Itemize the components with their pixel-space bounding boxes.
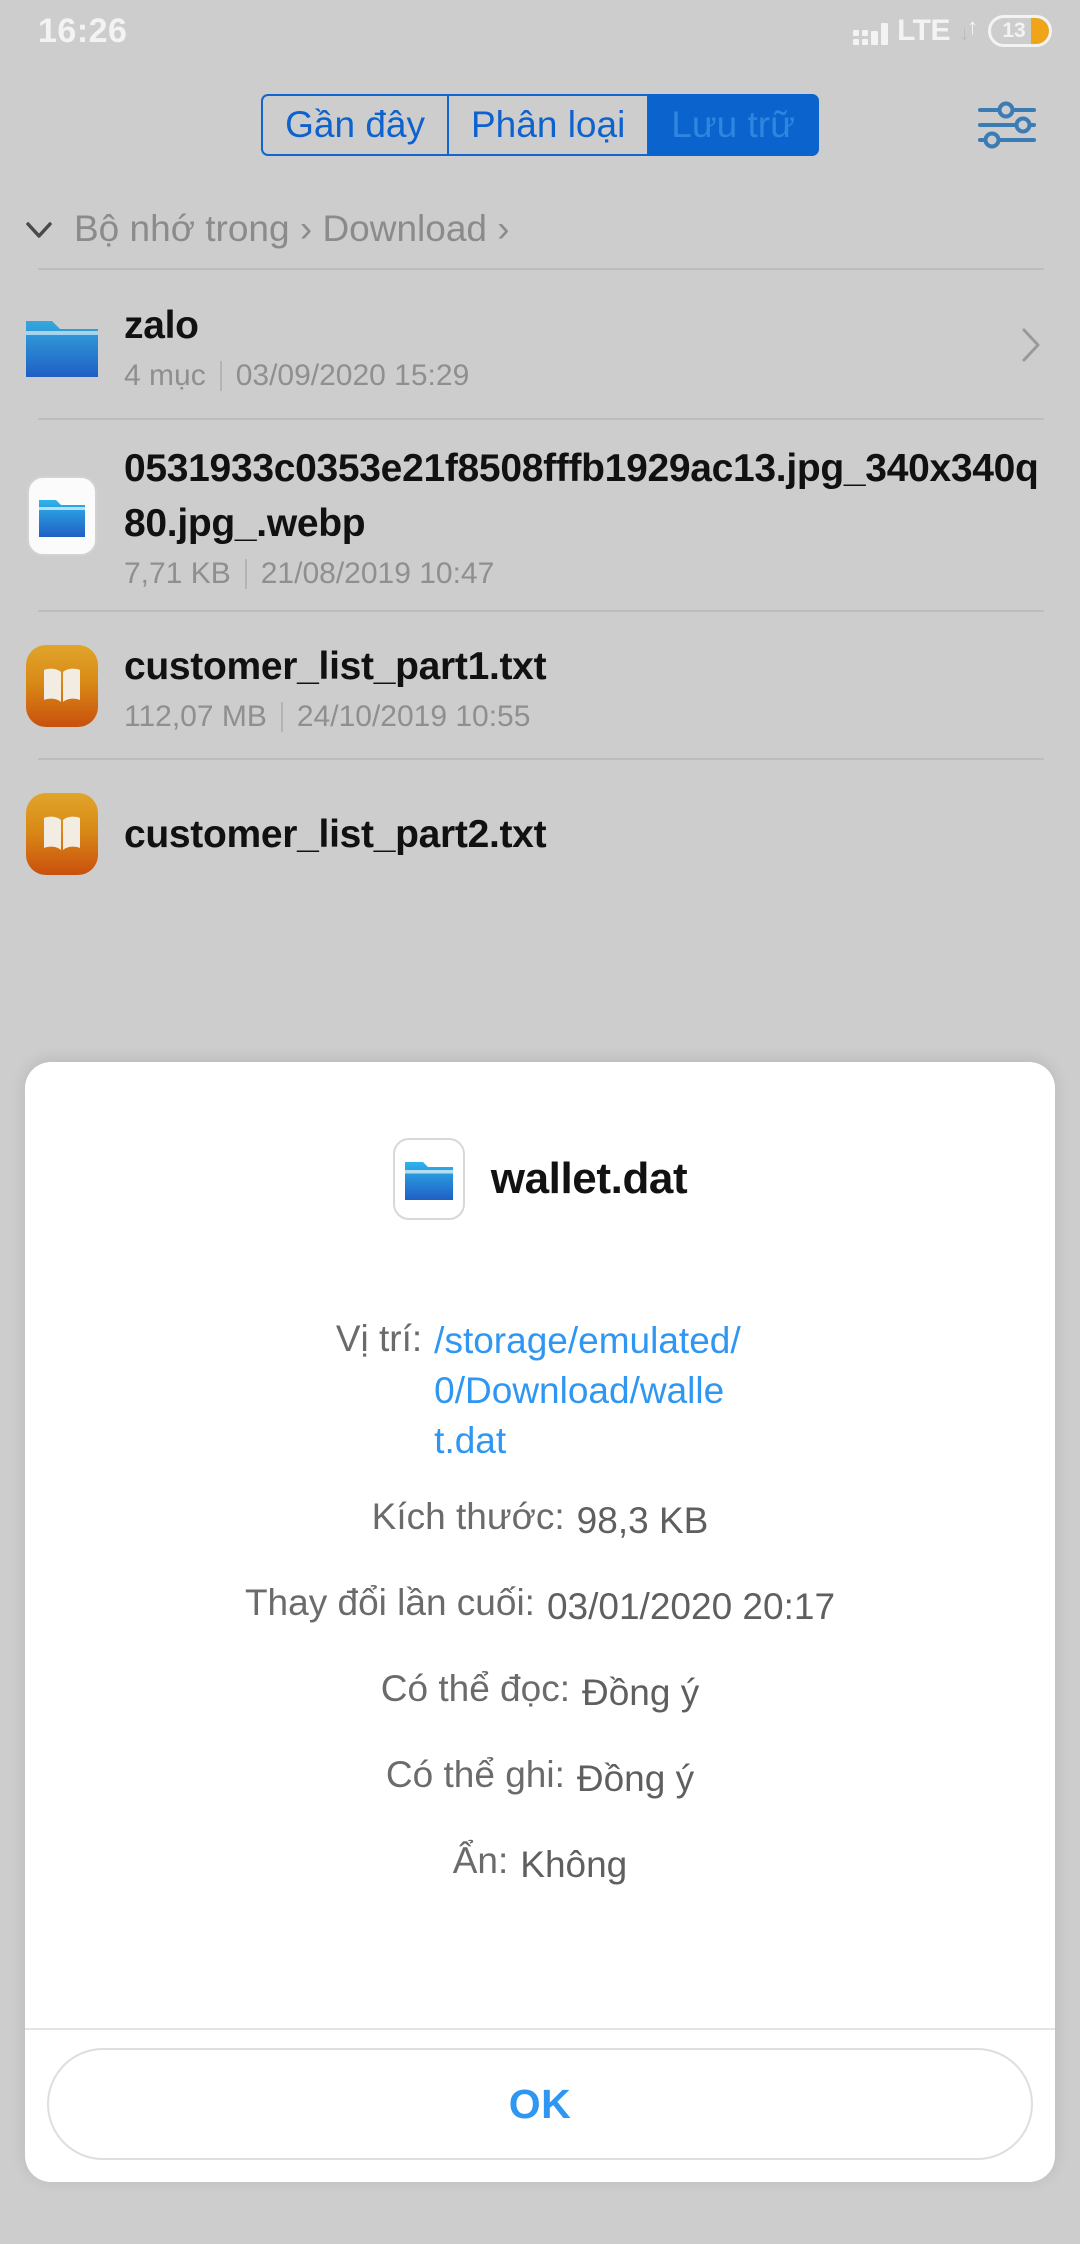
detail-value-size: 98,3 KB [576,1500,709,1541]
ok-button[interactable]: OK [47,2048,1033,2160]
list-item-text: zalo 4 mục 03/09/2020 15:29 [124,298,1006,393]
data-transfer-arrows-icon: ↓ ↑ [959,14,978,45]
file-folder-card-icon [392,1138,465,1220]
signal-bars-icon [853,17,889,45]
meta-separator [280,701,283,732]
detail-row-modified: Thay đổi lần cuối: 03/01/2020 20:17 [97,1582,983,1632]
detail-label: Có thể ghi: [385,1754,565,1795]
breadcrumb[interactable]: Bộ nhớ trong › Download › [0,187,1080,270]
list-item[interactable]: customer_list_part1.txt 112,07 MB 24/10/… [0,612,1080,760]
detail-value-modified: 03/01/2020 20:17 [546,1586,836,1627]
file-name: customer_list_part2.txt [124,812,547,856]
file-date: 24/10/2019 10:55 [296,699,531,733]
file-properties-dialog: wallet.dat Vị trí: /storage/emulated/0/D… [25,1062,1055,2182]
file-name: 0531933c0353e21f8508fffb1929ac13.jpg_340… [124,447,1039,545]
detail-label: Có thể đọc: [380,1668,570,1709]
book-text-icon [22,793,102,875]
list-item[interactable]: 0531933c0353e21f8508fffb1929ac13.jpg_340… [0,420,1080,612]
meta-separator [219,360,222,391]
breadcrumb-path[interactable]: Bộ nhớ trong › Download › [74,208,510,250]
tab-storage[interactable]: Lưu trữ [648,93,819,156]
file-list: zalo 4 mục 03/09/2020 15:29 0531933c0353… [0,270,1080,908]
list-item-text: customer_list_part2.txt [124,807,1046,862]
list-item[interactable]: customer_list_part2.txt [0,760,1080,908]
detail-value-hidden: Không [520,1844,628,1885]
meta-separator [244,559,247,589]
detail-value-readable: Đồng ý [582,1672,700,1713]
battery-level-label: 13 [1002,19,1026,42]
detail-label: Vị trí: [335,1318,423,1359]
list-item-text: customer_list_part1.txt 112,07 MB 24/10/… [124,639,1046,734]
detail-row-writable: Có thể ghi: Đồng ý [97,1754,983,1804]
detail-row-hidden: Ẩn: Không [97,1840,983,1890]
dialog-body: Vị trí: /storage/emulated/0/Download/wal… [25,1220,1055,2028]
file-size: 7,71 KB [124,557,231,590]
dialog-title: wallet.dat [490,1154,688,1203]
detail-row-location: Vị trí: /storage/emulated/0/Download/wal… [97,1316,983,1466]
file-name: zalo [124,303,199,347]
detail-row-readable: Có thể đọc: Đồng ý [97,1668,983,1718]
dialog-footer: OK [25,2028,1055,2182]
file-meta: 112,07 MB 24/10/2019 10:55 [124,700,1046,734]
network-type-label: LTE [897,14,950,47]
status-bar: 16:26 LTE ↓ ↑ 13 [0,0,1080,62]
chevron-right-icon[interactable] [1016,322,1046,368]
sliders-filter-icon[interactable] [976,99,1038,151]
detail-label: Thay đổi lần cuối: [244,1582,535,1623]
folder-icon [22,307,102,383]
file-meta: 7,71 KB 21/08/2019 10:47 [124,557,1046,591]
book-text-icon [22,645,102,727]
detail-value-writable: Đồng ý [576,1758,695,1799]
file-folder-card-icon [22,476,102,556]
list-item[interactable]: zalo 4 mục 03/09/2020 15:29 [0,270,1080,420]
detail-label: Kích thước: [371,1496,565,1537]
status-clock: 16:26 [38,11,128,50]
file-meta: 4 mục 03/09/2020 15:29 [124,359,1006,393]
file-date: 21/08/2019 10:47 [260,557,495,590]
top-toolbar: Gần đây Phân loại Lưu trữ [0,62,1080,187]
battery-icon: 13 [988,15,1052,47]
detail-label: Ẩn: [452,1840,509,1881]
tab-categories[interactable]: Phân loại [448,93,649,156]
tab-recent[interactable]: Gần đây [261,93,448,156]
dialog-header: wallet.dat [25,1138,1055,1220]
file-date: 03/09/2020 15:29 [235,358,470,392]
detail-value-path[interactable]: /storage/emulated/0/Download/wallet.dat [434,1316,744,1466]
list-item-text: 0531933c0353e21f8508fffb1929ac13.jpg_340… [124,441,1046,591]
file-size: 4 mục [124,358,206,392]
detail-row-size: Kích thước: 98,3 KB [97,1496,983,1546]
phone-screen: 16:26 LTE ↓ ↑ 13 Gần đây Phân loại Lưu tr… [0,0,1080,2244]
chevron-down-icon[interactable] [22,212,56,246]
file-size: 112,07 MB [124,699,267,733]
file-name: customer_list_part1.txt [124,644,547,688]
status-icons: LTE ↓ ↑ 13 [853,14,1052,48]
view-mode-segmented-control[interactable]: Gần đây Phân loại Lưu trữ [261,93,819,156]
